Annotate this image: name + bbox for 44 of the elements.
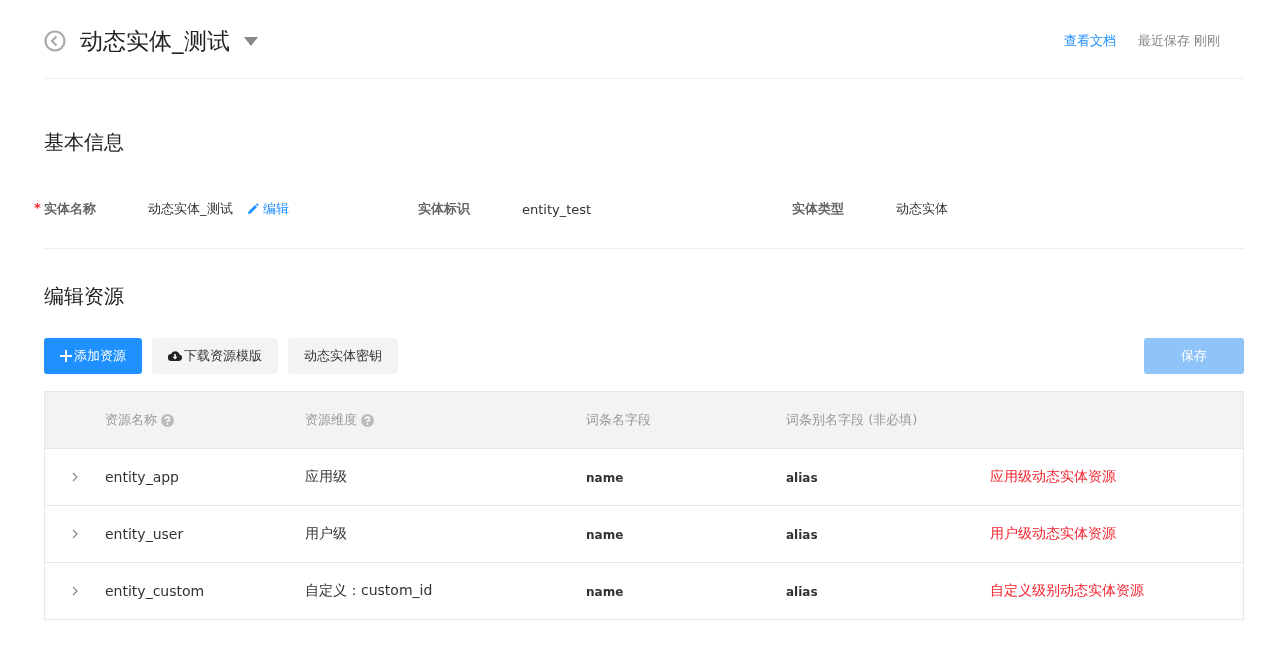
section-title: 基本信息	[44, 129, 125, 156]
table-cell: 应用级	[305, 468, 347, 486]
toolbar-button[interactable]: 添加资源	[44, 338, 142, 374]
table-cell: name	[586, 471, 624, 485]
toolbar-button[interactable]: 下载资源模版	[152, 338, 278, 374]
column-header: 词条别名字段 (非必填)	[786, 412, 918, 427]
field-label: 实体类型	[792, 200, 845, 218]
help-icon[interactable]	[161, 413, 174, 427]
table-cell: 自定义级别动态实体资源	[990, 582, 1144, 598]
section-title: 编辑资源	[44, 283, 125, 310]
edit-link[interactable]: 编辑	[246, 200, 289, 218]
toolbar-button[interactable]: 动态实体密钥	[288, 338, 398, 374]
table-cell: alias	[786, 471, 818, 485]
pencil-icon	[246, 203, 259, 215]
back-icon[interactable]	[44, 30, 66, 52]
cloud-download-icon	[168, 350, 182, 362]
table-cell: 自定义：custom_id	[305, 582, 433, 600]
field-label: 实体标识	[418, 200, 471, 218]
field-value: entity_test	[522, 201, 592, 217]
column-header: 资源名称	[105, 411, 157, 429]
field-value: 动态实体_测试	[148, 200, 233, 218]
table-cell: alias	[786, 585, 818, 599]
table-cell: name	[586, 585, 624, 599]
field-value: 动态实体	[896, 200, 948, 218]
table-cell: name	[586, 528, 624, 542]
expand-icon[interactable]	[72, 586, 78, 596]
required-mark: *	[34, 200, 41, 215]
page-title: 动态实体_测试	[80, 26, 230, 56]
table-cell: 应用级动态实体资源	[990, 468, 1116, 484]
table-cell: alias	[786, 528, 818, 542]
caret-icon[interactable]	[243, 36, 258, 46]
table-cell: entity_app	[105, 469, 179, 485]
expand-icon[interactable]	[72, 529, 78, 539]
column-header: 资源维度	[305, 411, 357, 429]
table-cell: entity_user	[105, 526, 184, 542]
table-cell: 用户级动态实体资源	[990, 525, 1116, 541]
table-cell: 用户级	[305, 525, 347, 543]
expand-icon[interactable]	[72, 472, 78, 482]
plus-icon	[60, 350, 72, 362]
column-header: 词条名字段	[586, 412, 651, 427]
table-cell: entity_custom	[105, 583, 205, 599]
docs-link[interactable]: 查看文档	[1063, 32, 1116, 50]
help-icon[interactable]	[361, 413, 374, 427]
save-status: 最近保存 刚刚	[1137, 32, 1220, 50]
